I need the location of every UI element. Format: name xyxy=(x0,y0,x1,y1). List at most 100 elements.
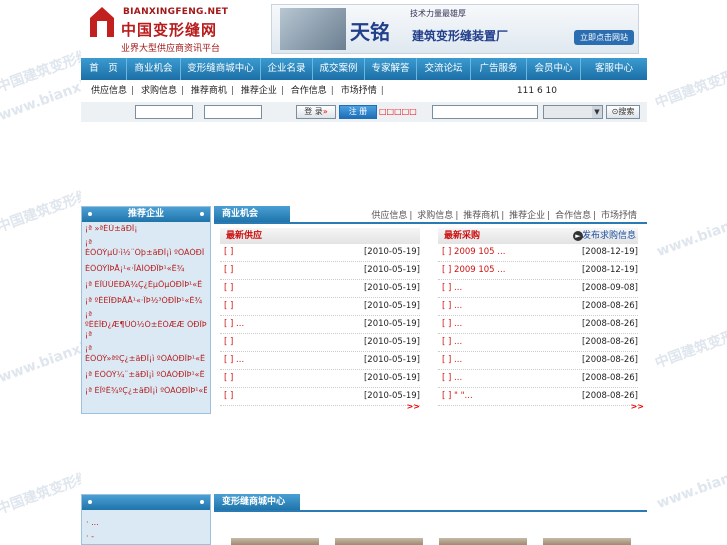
table-row[interactable]: [ ] [2010-05-19] xyxy=(220,244,420,262)
nav-experts[interactable]: 专家解答 xyxy=(365,58,417,80)
subnav-supply[interactable]: 供应信息 xyxy=(81,86,129,96)
table-row[interactable]: [ ] " "... [2008-08-26] xyxy=(438,388,638,406)
product-thumbnail[interactable] xyxy=(335,538,423,545)
row-title[interactable]: [ ] ... xyxy=(442,280,462,297)
tab-link-companies[interactable]: 推荐企业 xyxy=(507,211,547,221)
product-thumbnail[interactable] xyxy=(231,538,319,545)
row-date: [2008-08-26] xyxy=(581,373,638,383)
nav-mall[interactable]: 变形缝商城中心 xyxy=(181,58,261,80)
table-row[interactable]: [ ] [2010-05-19] xyxy=(220,370,420,388)
list-item[interactable]: ¡ª ÉÖÖÝ¼¨±äÐÎ¡ì ºÓÀÓÐÎÞ¹«Ë xyxy=(85,370,207,380)
product-thumbnail[interactable] xyxy=(439,538,527,545)
row-title[interactable]: [ ] ... xyxy=(224,316,244,333)
row-title[interactable]: [ ] xyxy=(224,298,233,315)
row-title[interactable]: [ ] ... xyxy=(442,298,462,315)
password-input[interactable] xyxy=(204,105,262,119)
logo-title: 中国变形缝网 xyxy=(121,21,218,39)
row-date: [2010-05-19] xyxy=(363,265,420,275)
nav-directory[interactable]: 企业名录 xyxy=(261,58,313,80)
row-title[interactable]: [ ] xyxy=(224,280,233,297)
table-row[interactable]: [ ] 2009 105 ... [2008-12-19] xyxy=(438,262,638,280)
tab-link-cooperation[interactable]: 合作信息 xyxy=(553,211,593,221)
tab-business[interactable]: 商业机会 xyxy=(214,206,290,222)
site-logo[interactable]: BIANXINGFENG.NET 中国变形缝网 业界大型供应商资讯平台 xyxy=(89,4,249,54)
tab-link-supply[interactable]: 供应信息 xyxy=(369,211,409,221)
list-item[interactable]: ¡ª xyxy=(85,238,207,248)
list-item[interactable]: ¡ª ÉÏÙÚÈÐÂ¾Ç¿ÉµÕµÓÐÎÞ¹«Ë xyxy=(85,280,207,290)
table-row[interactable]: [ ] [2010-05-19] xyxy=(220,388,420,406)
nav-member[interactable]: 会员中心 xyxy=(527,58,581,80)
list-item[interactable]: · ... xyxy=(82,518,210,528)
nav-business[interactable]: 商业机会 xyxy=(127,58,181,80)
tab-link-purchase[interactable]: 求购信息 xyxy=(415,211,455,221)
row-title[interactable]: [ ] xyxy=(224,388,233,405)
subnav-market[interactable]: 市场抒情 xyxy=(339,86,379,96)
table-row[interactable]: [ ] ... [2008-08-26] xyxy=(438,316,638,334)
list-item[interactable]: ¡ª ºÊÉÏÐÞÃÅ¹«·ÏÞ½³ÓÐÎÞ¹«Ë¾ xyxy=(85,296,207,306)
row-title[interactable]: [ ] " "... xyxy=(442,388,473,405)
nav-forum[interactable]: 交流论坛 xyxy=(417,58,471,80)
subnav-companies[interactable]: 推荐企业 xyxy=(239,86,279,96)
tab-link-opportunity[interactable]: 推荐商机 xyxy=(461,211,501,221)
subnav-cooperation[interactable]: 合作信息 xyxy=(289,86,329,96)
purchase-more-link[interactable]: >> xyxy=(631,402,644,411)
table-row[interactable]: [ ] ... [2008-09-08] xyxy=(438,280,638,298)
row-title[interactable]: [ ] xyxy=(224,370,233,387)
list-item[interactable]: ¡ª xyxy=(85,310,207,320)
list-item[interactable]: ¡ª »ªÉÙ±äÐÎ¡ xyxy=(85,224,207,234)
nav-service[interactable]: 客服中心 xyxy=(581,58,647,80)
list-item[interactable]: ¡ª ÉÏºË¾ºÇ¿±äÐÎ¡ì ºÓÀÓÐÎÞ¹«Ë xyxy=(85,386,207,396)
list-item[interactable]: ÉÖÖÝµÛ·ì½¨Öþ±äÐÎ¡ì ºÓÀÓÐÎ xyxy=(85,248,207,258)
register-button[interactable]: 注 册 xyxy=(339,105,377,119)
table-row[interactable]: [ ] ... [2008-08-26] xyxy=(438,298,638,316)
list-item[interactable]: ÉÖÖÝÎÞÅ¡¹«·ÏÀÌÓÐÏÞ¹«Ë¾ xyxy=(85,264,207,274)
subnav-purchase[interactable]: 求购信息 xyxy=(139,86,179,96)
row-title[interactable]: [ ] 2009 105 ... xyxy=(442,244,505,261)
product-thumbnail[interactable] xyxy=(543,538,631,545)
table-row[interactable]: [ ] [2010-05-19] xyxy=(220,298,420,316)
row-title[interactable]: [ ] 2009 105 ... xyxy=(442,262,505,279)
header-banner-ad[interactable]: 技术力量最雄厚 天铭 建筑变形缝装置厂 立即点击网站 xyxy=(271,4,639,54)
row-title[interactable]: [ ] ... xyxy=(442,334,462,351)
post-purchase-link[interactable]: 发布求购信息 xyxy=(582,228,636,244)
nav-cases[interactable]: 成交案例 xyxy=(313,58,365,80)
table-row[interactable]: [ ] ... [2008-08-26] xyxy=(438,352,638,370)
row-title[interactable]: [ ] xyxy=(224,262,233,279)
row-date: [2010-05-19] xyxy=(363,283,420,293)
search-category-select[interactable]: ▼ xyxy=(543,105,603,119)
list-item[interactable]: ÉÖÖÝ»ªºÇ¿±äÐÎ¡ì ºÓÀÓÐÎÞ¹«Ë xyxy=(85,354,207,364)
table-row[interactable]: [ ] ... [2010-05-19] xyxy=(220,316,420,334)
row-title[interactable]: [ ] ... xyxy=(224,352,244,369)
username-input[interactable] xyxy=(135,105,193,119)
row-title[interactable]: [ ] ... xyxy=(442,316,462,333)
login-button[interactable]: 登 录» xyxy=(296,105,336,119)
list-item[interactable]: ¡ª xyxy=(85,344,207,354)
banner-visit-button[interactable]: 立即点击网站 xyxy=(574,30,634,45)
table-row[interactable]: [ ] 2009 105 ... [2008-12-19] xyxy=(438,244,638,262)
row-date: [2008-08-26] xyxy=(581,301,638,311)
table-row[interactable]: [ ] ... [2008-08-26] xyxy=(438,370,638,388)
table-row[interactable]: [ ] ... [2010-05-19] xyxy=(220,352,420,370)
tab-link-market[interactable]: 市场抒情 xyxy=(599,211,639,221)
row-title[interactable]: [ ] xyxy=(224,334,233,351)
bullet-icon xyxy=(88,212,92,216)
nav-home[interactable]: 首 页 xyxy=(81,58,127,80)
subnav-opportunity[interactable]: 推荐商机 xyxy=(189,86,229,96)
table-row[interactable]: [ ] [2010-05-19] xyxy=(220,262,420,280)
nav-ads[interactable]: 广告服务 xyxy=(471,58,527,80)
list-item[interactable]: · - xyxy=(82,532,210,542)
search-button[interactable]: ⊙搜索 xyxy=(606,105,640,119)
list-item[interactable]: ºÊÉÏÐ¿Æ¶ÙÓ½Ò±ÊÓÆÆ ÓÐÎÞ xyxy=(85,320,207,330)
table-row[interactable]: [ ] [2010-05-19] xyxy=(220,334,420,352)
supply-more-link[interactable]: >> xyxy=(407,402,420,411)
row-title[interactable]: [ ] ... xyxy=(442,352,462,369)
table-row[interactable]: [ ] ... [2008-08-26] xyxy=(438,334,638,352)
register-link[interactable]: □□□□□ xyxy=(379,107,417,116)
business-tab-bar: 商业机会 供应信息 | 求购信息 | 推荐商机 | 推荐企业 | 合作信息 | 市场抒情 xyxy=(214,206,647,224)
row-title[interactable]: [ ] xyxy=(224,244,233,261)
row-title[interactable]: [ ] ... xyxy=(442,370,462,387)
list-item[interactable]: ¡ª xyxy=(85,330,207,340)
tab-mall[interactable]: 变形缝商城中心 xyxy=(214,494,300,510)
table-row[interactable]: [ ] [2010-05-19] xyxy=(220,280,420,298)
search-input[interactable] xyxy=(432,105,538,119)
